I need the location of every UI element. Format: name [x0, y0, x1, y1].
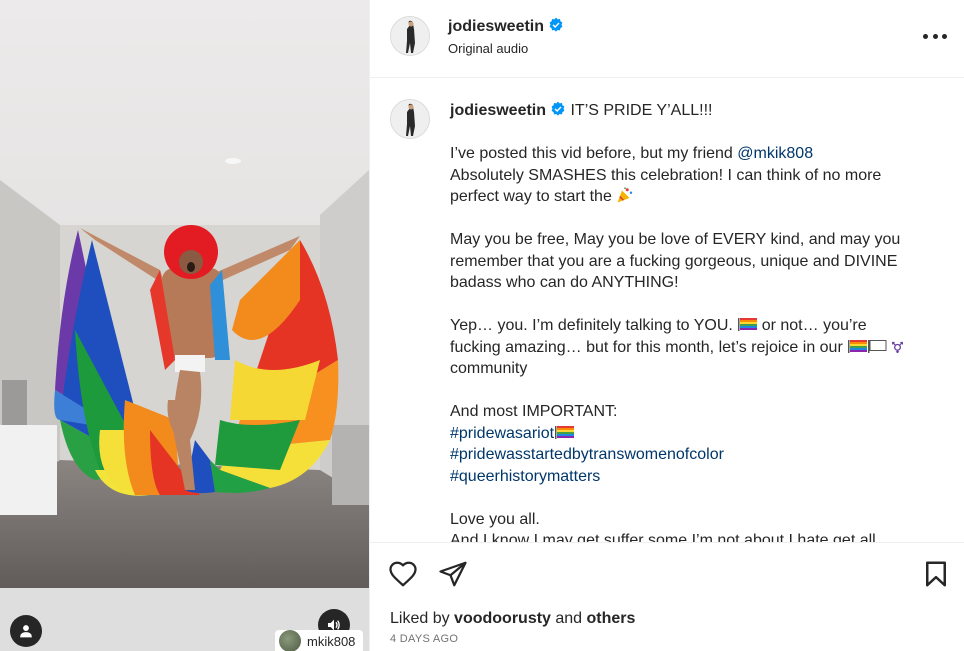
caption-first-line: IT’S PRIDE Y’ALL!!!	[570, 102, 713, 119]
author-username[interactable]: jodiesweetin	[448, 17, 564, 36]
heart-icon[interactable]	[388, 559, 418, 589]
caption-scroll-area[interactable]: jodiesweetin IT’S PRIDE Y’ALL!!! I’ve po…	[370, 79, 964, 542]
post-header: jodiesweetin Original audio	[370, 0, 964, 78]
more-options-button[interactable]	[923, 26, 947, 46]
likes-prefix: Liked by	[390, 610, 455, 627]
post-timestamp[interactable]: 4 DAYS AGO	[390, 633, 458, 645]
caption-line: jodiesweetin IT’S PRIDE Y’ALL!!!	[450, 100, 950, 122]
transgender-symbol-icon	[892, 341, 904, 353]
caption-line: #queerhistorymatters	[450, 466, 950, 488]
caption-text: or not… you’re	[757, 317, 867, 334]
post-caption: jodiesweetin IT’S PRIDE Y’ALL!!! I’ve po…	[450, 100, 950, 542]
likes-summary: Liked by voodoorusty and others	[390, 610, 635, 628]
liked-by-username[interactable]: voodoorusty	[454, 610, 551, 627]
hashtag-link[interactable]: #pridewasstartedbytranswomenofcolor	[450, 446, 724, 463]
person-icon	[20, 625, 32, 638]
caption-author-avatar[interactable]	[390, 99, 430, 139]
author-username-text[interactable]: jodiesweetin	[448, 18, 544, 35]
audio-source-link[interactable]: Original audio	[448, 41, 528, 56]
verified-badge-icon	[551, 101, 565, 116]
caption-line: I’ve posted this vid before, but my frie…	[450, 143, 950, 165]
verified-badge-icon	[549, 17, 563, 32]
rainbow-flag-icon	[555, 425, 575, 439]
ellipsis-icon	[923, 33, 928, 39]
caption-line: #pridewasstartedbytranswomenofcolor	[450, 444, 950, 466]
hashtag-link[interactable]: #pridewasariot	[450, 425, 554, 442]
paper-plane-icon[interactable]	[438, 559, 468, 589]
caption-line: remember that you are a fucking gorgeous…	[450, 252, 898, 270]
mention-link[interactable]: @mkik808	[737, 145, 813, 162]
avatar-image	[391, 100, 429, 138]
author-avatar[interactable]	[390, 16, 430, 56]
tag-avatar	[279, 630, 301, 651]
caption-line: And I know I may get suffer some I’m not…	[450, 532, 876, 542]
party-popper-icon	[617, 187, 633, 203]
avatar-image	[391, 17, 429, 55]
post-video[interactable]: mkik808	[0, 0, 369, 651]
ellipsis-icon	[942, 33, 947, 39]
caption-line: Yep… you. I’m definitely talking to YOU.…	[450, 315, 950, 337]
tag-username: mkik808	[307, 633, 356, 649]
caption-line: And most IMPORTANT:	[450, 403, 618, 420]
instagram-post-view: mkik808 jodiesweetin Original audio jodi…	[0, 0, 964, 651]
caption-line: Love you all.	[450, 510, 540, 528]
caption-line: fucking amazing… but for this month, let…	[450, 337, 950, 359]
caption-line: Absolutely SMASHES this celebration! I c…	[450, 166, 882, 184]
caption-line: May you be free, May you be love of EVER…	[450, 231, 901, 248]
caption-line: perfect way to start the	[450, 186, 950, 208]
caption-text: Yep… you. I’m definitely talking to YOU.	[450, 317, 738, 334]
user-tag-mkik808[interactable]: mkik808	[275, 630, 364, 651]
caption-line: #pridewasariot	[450, 423, 950, 445]
caption-text: I’ve posted this vid before, but my frie…	[450, 145, 738, 162]
rainbow-flag-icon	[848, 339, 868, 353]
white-flag-icon	[868, 339, 887, 353]
caption-line: community	[450, 360, 528, 377]
post-details-pane: jodiesweetin Original audio jodiesweetin…	[369, 0, 964, 651]
likes-and: and	[550, 610, 587, 627]
rainbow-flag-icon	[738, 318, 758, 331]
bookmark-icon[interactable]	[921, 559, 951, 589]
ellipsis-icon	[932, 33, 938, 39]
post-actions: Liked by voodoorusty and others 4 DAYS A…	[370, 542, 964, 651]
likes-others-link[interactable]: others	[587, 610, 636, 627]
hashtag-link[interactable]: #queerhistorymatters	[450, 468, 600, 485]
caption-line: badass who can do ANYTHING!	[450, 274, 679, 291]
caption-username[interactable]: jodiesweetin	[450, 102, 546, 119]
caption-text: perfect way to start the	[450, 188, 617, 205]
tagged-users-button[interactable]	[10, 615, 42, 647]
caption-text: fucking amazing… but for this month, let…	[450, 338, 848, 356]
video-frame	[0, 0, 369, 600]
